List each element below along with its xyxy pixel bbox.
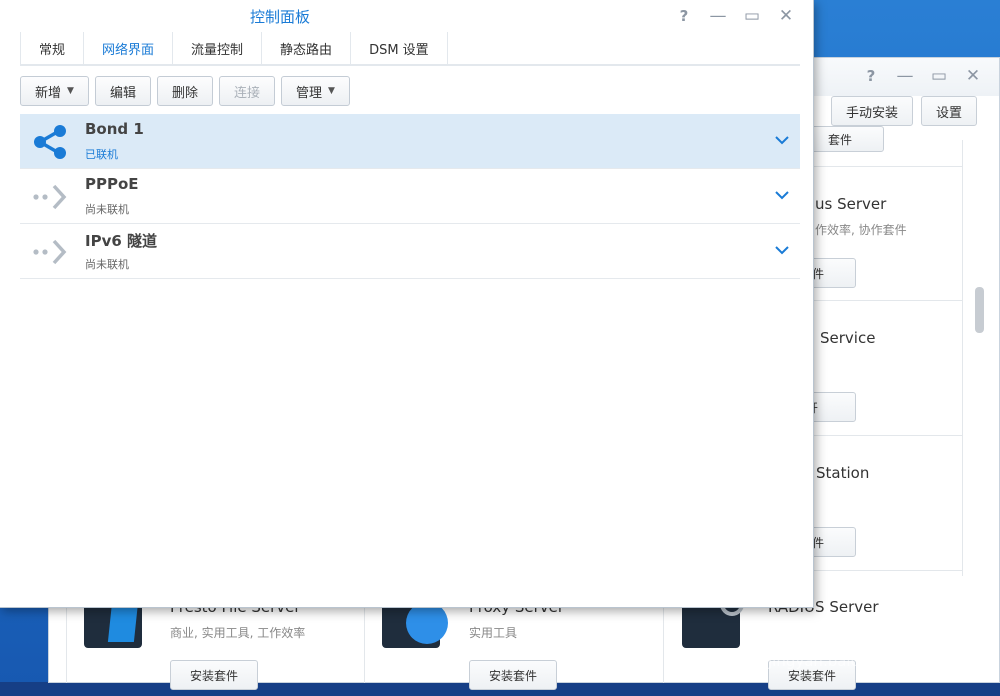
tab-dsm-settings[interactable]: DSM 设置 bbox=[351, 32, 448, 64]
manage-button[interactable]: 管理 ▼ bbox=[280, 76, 350, 106]
delete-button[interactable]: 删除 bbox=[156, 76, 213, 106]
tab-static-route[interactable]: 静态路由 bbox=[262, 32, 352, 64]
window-title: 控制面板 bbox=[249, 8, 310, 26]
watermark: Baidu 经验 bbox=[768, 616, 913, 646]
settings-button[interactable]: 设置 bbox=[921, 96, 978, 126]
interface-status: 尚未联机 bbox=[85, 203, 129, 216]
card-divider bbox=[663, 600, 664, 683]
manage-button-label: 管理 bbox=[295, 85, 322, 101]
maximize-icon[interactable]: ▭ bbox=[740, 4, 764, 28]
card-divider bbox=[364, 600, 365, 683]
package-category: 作效率, 协作套件 bbox=[815, 223, 907, 237]
scrollbar-thumb[interactable] bbox=[975, 287, 984, 333]
arrow-dots-icon bbox=[33, 239, 67, 265]
network-interface-row[interactable]: Bond 1 已联机 bbox=[20, 114, 800, 169]
share-icon bbox=[34, 125, 66, 159]
package-name: us Server bbox=[815, 195, 887, 213]
caret-down-icon: ▼ bbox=[67, 86, 74, 96]
card-divider bbox=[814, 435, 962, 436]
add-button-label: 新增 bbox=[35, 85, 62, 101]
package-install-button[interactable]: 安装套件 bbox=[170, 660, 258, 690]
network-interface-row[interactable]: PPPoE 尚未联机 bbox=[20, 169, 800, 224]
interface-name: Bond 1 bbox=[85, 120, 144, 138]
arrow-dots-icon bbox=[33, 184, 67, 210]
package-category: 商业, 实用工具, 工作效率 bbox=[170, 626, 306, 640]
package-install-button[interactable]: 安装套件 bbox=[469, 660, 557, 690]
tab-bar: 常规 网络界面 流量控制 静态路由 DSM 设置 bbox=[20, 32, 800, 66]
chevron-down-icon[interactable] bbox=[772, 130, 792, 150]
caret-down-icon: ▼ bbox=[328, 86, 335, 96]
close-icon[interactable]: ✕ bbox=[774, 4, 798, 28]
minimize-icon[interactable]: — bbox=[706, 4, 730, 28]
watermark-url: jingyan.baidu.com bbox=[768, 652, 907, 670]
add-button[interactable]: 新增 ▼ bbox=[20, 76, 89, 106]
help-icon[interactable]: ? bbox=[859, 64, 883, 88]
maximize-icon[interactable]: ▭ bbox=[927, 64, 951, 88]
card-divider bbox=[962, 140, 963, 576]
minimize-icon[interactable]: — bbox=[893, 64, 917, 88]
connect-button[interactable]: 连接 bbox=[218, 76, 275, 106]
tab-traffic-control[interactable]: 流量控制 bbox=[173, 32, 263, 64]
control-panel-window-controls: ? — ▭ ✕ bbox=[662, 0, 798, 32]
network-interface-row[interactable]: IPv6 隧道 尚未联机 bbox=[20, 224, 800, 279]
interface-status: 已联机 bbox=[85, 148, 118, 161]
interface-name: IPv6 隧道 bbox=[85, 232, 158, 250]
manual-install-button[interactable]: 手动安装 bbox=[831, 96, 914, 126]
card-divider bbox=[814, 166, 962, 167]
control-panel-titlebar: 控制面板 ? — ▭ ✕ bbox=[0, 0, 814, 32]
card-divider bbox=[66, 600, 67, 683]
tab-general[interactable]: 常规 bbox=[20, 32, 85, 64]
network-interface-list: Bond 1 已联机 PPPoE 尚未联机 IPv6 隧道 尚未联机 bbox=[20, 114, 800, 279]
package-name: Service bbox=[820, 329, 876, 347]
card-divider bbox=[814, 570, 962, 571]
tab-network-interface[interactable]: 网络界面 bbox=[84, 32, 174, 64]
package-category: 实用工具 bbox=[469, 626, 518, 640]
interface-status: 尚未联机 bbox=[85, 258, 129, 271]
toolbar: 新增 ▼ 编辑 删除 连接 管理 ▼ bbox=[20, 76, 356, 106]
chevron-down-icon[interactable] bbox=[772, 240, 792, 260]
package-center-window-controls: ? — ▭ ✕ bbox=[849, 58, 985, 94]
card-divider bbox=[814, 300, 962, 301]
chevron-down-icon[interactable] bbox=[772, 185, 792, 205]
help-icon[interactable]: ? bbox=[672, 4, 696, 28]
close-icon[interactable]: ✕ bbox=[961, 64, 985, 88]
edit-button[interactable]: 编辑 bbox=[94, 76, 151, 106]
package-name: Station bbox=[816, 464, 870, 482]
interface-name: PPPoE bbox=[85, 175, 139, 193]
control-panel-window: 控制面板 ? — ▭ ✕ 常规 网络界面 流量控制 静态路由 DSM 设置 新增… bbox=[0, 0, 814, 608]
